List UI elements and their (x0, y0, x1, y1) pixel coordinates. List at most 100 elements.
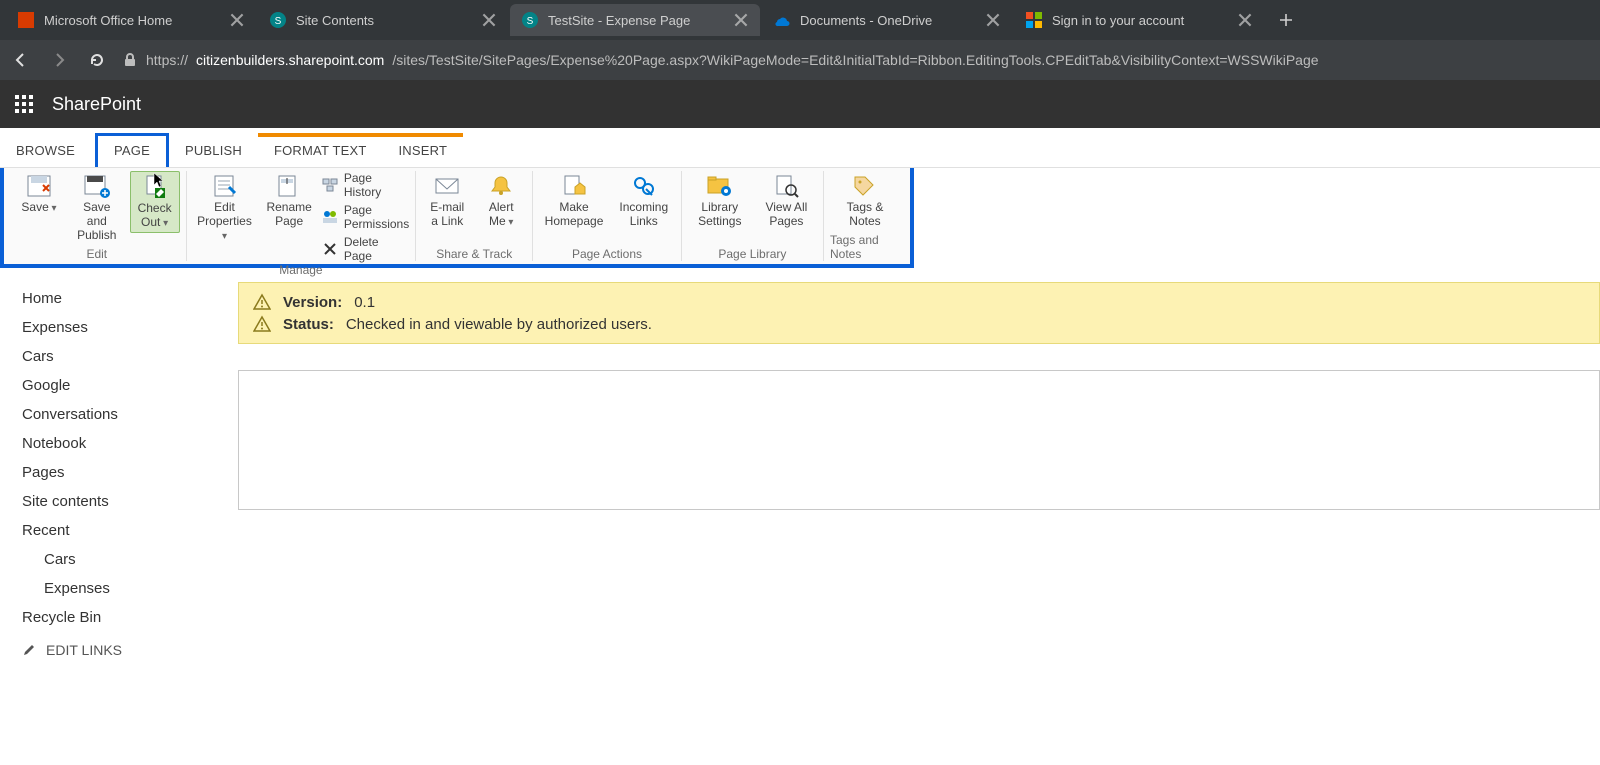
bell-icon (487, 173, 515, 199)
status-label: Status: (283, 316, 334, 333)
tab-title: TestSite - Expense Page (548, 13, 724, 28)
page-permissions-button[interactable]: Page Permissions (322, 203, 409, 231)
nav-recent[interactable]: Recent (22, 516, 218, 545)
nav-recent-expenses[interactable]: Expenses (22, 574, 218, 603)
url-display[interactable]: https://citizenbuilders.sharepoint.com/s… (122, 52, 1319, 68)
browser-address-bar: https://citizenbuilders.sharepoint.com/s… (0, 40, 1600, 80)
save-and-publish-button[interactable]: Save and Publish (68, 171, 126, 244)
warning-icon (253, 315, 271, 333)
view-all-pages-button[interactable]: View All Pages (756, 171, 817, 231)
nav-google[interactable]: Google (22, 371, 218, 400)
browser-tab-strip: Microsoft Office Home S Site Contents S … (0, 0, 1600, 40)
save-publish-label: Save and Publish (72, 201, 122, 242)
close-icon[interactable] (1238, 13, 1252, 27)
permissions-icon (322, 209, 338, 225)
edit-links-label: EDIT LINKS (46, 642, 122, 658)
page-permissions-label: Page Permissions (344, 203, 409, 231)
rename-page-button[interactable]: Rename Page (260, 171, 317, 231)
library-settings-label: Library Settings (692, 201, 748, 229)
make-homepage-label: Make Homepage (543, 201, 605, 229)
app-launcher-icon[interactable] (14, 94, 34, 114)
page-history-button[interactable]: Page History (322, 171, 409, 199)
tab-title: Documents - OneDrive (800, 13, 976, 28)
email-link-button[interactable]: E-mail a Link (422, 171, 472, 231)
tags-notes-button[interactable]: Tags & Notes (830, 171, 900, 231)
delete-page-button[interactable]: Delete Page (322, 235, 409, 263)
edit-links-button[interactable]: EDIT LINKS (22, 642, 218, 658)
reload-button[interactable] (84, 47, 110, 73)
envelope-icon (433, 173, 461, 199)
close-icon[interactable] (230, 13, 244, 27)
nav-recycle-bin[interactable]: Recycle Bin (22, 603, 218, 632)
warning-icon (253, 293, 271, 311)
tags-icon (851, 173, 879, 199)
group-label-tags-notes: Tags and Notes (830, 233, 900, 261)
manage-small-buttons: Page History Page Permissions Delete Pag… (322, 171, 409, 263)
library-settings-icon (706, 173, 734, 199)
status-value: Checked in and viewable by authorized us… (346, 316, 652, 333)
delete-icon (322, 241, 338, 257)
check-out-label: Check Out (135, 202, 175, 230)
tab-browse[interactable]: BROWSE (0, 133, 91, 167)
alert-me-button[interactable]: Alert Me (476, 171, 526, 231)
incoming-links-button[interactable]: Incoming Links (613, 171, 675, 231)
plus-icon (1279, 13, 1293, 27)
back-button[interactable] (8, 47, 34, 73)
browser-tab[interactable]: Sign in to your account (1014, 4, 1264, 36)
close-icon[interactable] (986, 13, 1000, 27)
url-host: citizenbuilders.sharepoint.com (196, 52, 384, 68)
page-region: Home Expenses Cars Google Conversations … (0, 268, 1600, 658)
suite-title[interactable]: SharePoint (52, 94, 141, 115)
browser-tab[interactable]: Documents - OneDrive (762, 4, 1012, 36)
nav-notebook[interactable]: Notebook (22, 429, 218, 458)
nav-home[interactable]: Home (22, 284, 218, 313)
rename-icon (275, 173, 303, 199)
edit-properties-label: Edit Properties (197, 201, 253, 242)
nav-site-contents[interactable]: Site contents (22, 487, 218, 516)
make-homepage-button[interactable]: Make Homepage (539, 171, 609, 231)
nav-cars[interactable]: Cars (22, 342, 218, 371)
tags-notes-label: Tags & Notes (834, 201, 896, 229)
nav-expenses[interactable]: Expenses (22, 313, 218, 342)
tab-publish[interactable]: PUBLISH (169, 133, 258, 167)
microsoft-icon (1026, 12, 1042, 28)
browser-chrome: Microsoft Office Home S Site Contents S … (0, 0, 1600, 80)
check-out-button[interactable]: Check Out (130, 171, 180, 233)
browser-tab[interactable]: S Site Contents (258, 4, 508, 36)
tab-page[interactable]: PAGE (95, 133, 169, 167)
library-settings-button[interactable]: Library Settings (688, 171, 752, 231)
home-page-icon (560, 173, 588, 199)
save-icon (25, 173, 53, 199)
forward-button[interactable] (46, 47, 72, 73)
close-icon[interactable] (482, 13, 496, 27)
onedrive-icon (774, 12, 790, 28)
save-label: Save (21, 201, 56, 215)
save-button[interactable]: Save (14, 171, 64, 217)
browser-tab-active[interactable]: S TestSite - Expense Page (510, 4, 760, 36)
tab-title: Site Contents (296, 13, 472, 28)
tab-format-text[interactable]: FORMAT TEXT (258, 133, 382, 167)
browser-tab[interactable]: Microsoft Office Home (6, 4, 256, 36)
edit-properties-icon (211, 173, 239, 199)
nav-pages[interactable]: Pages (22, 458, 218, 487)
quick-launch: Home Expenses Cars Google Conversations … (0, 268, 238, 658)
edit-properties-button[interactable]: Edit Properties (193, 171, 257, 244)
tab-title: Sign in to your account (1052, 13, 1228, 28)
tab-insert[interactable]: INSERT (382, 133, 463, 167)
ribbon-group-edit: Save Save and Publish Check Out Edit (8, 171, 187, 261)
incoming-links-label: Incoming Links (617, 201, 671, 229)
nav-conversations[interactable]: Conversations (22, 400, 218, 429)
ribbon-tabs: BROWSE PAGE PUBLISH FORMAT TEXT INSERT (0, 128, 1600, 168)
version-value: 0.1 (354, 294, 375, 311)
new-tab-button[interactable] (1272, 6, 1300, 34)
tab-title: Microsoft Office Home (44, 13, 220, 28)
ribbon-body: Save Save and Publish Check Out Edit Edi… (0, 168, 914, 268)
group-label-page-actions: Page Actions (572, 247, 642, 261)
close-icon[interactable] (734, 13, 748, 27)
rename-label: Rename Page (264, 201, 313, 229)
content-area: Version: 0.1 Status: Checked in and view… (238, 268, 1600, 658)
ribbon-group-page-actions: Make Homepage Incoming Links Page Action… (533, 171, 682, 261)
nav-recent-cars[interactable]: Cars (22, 545, 218, 574)
wiki-page-editor[interactable] (238, 370, 1600, 510)
ribbon-group-page-library: Library Settings View All Pages Page Lib… (682, 171, 824, 261)
